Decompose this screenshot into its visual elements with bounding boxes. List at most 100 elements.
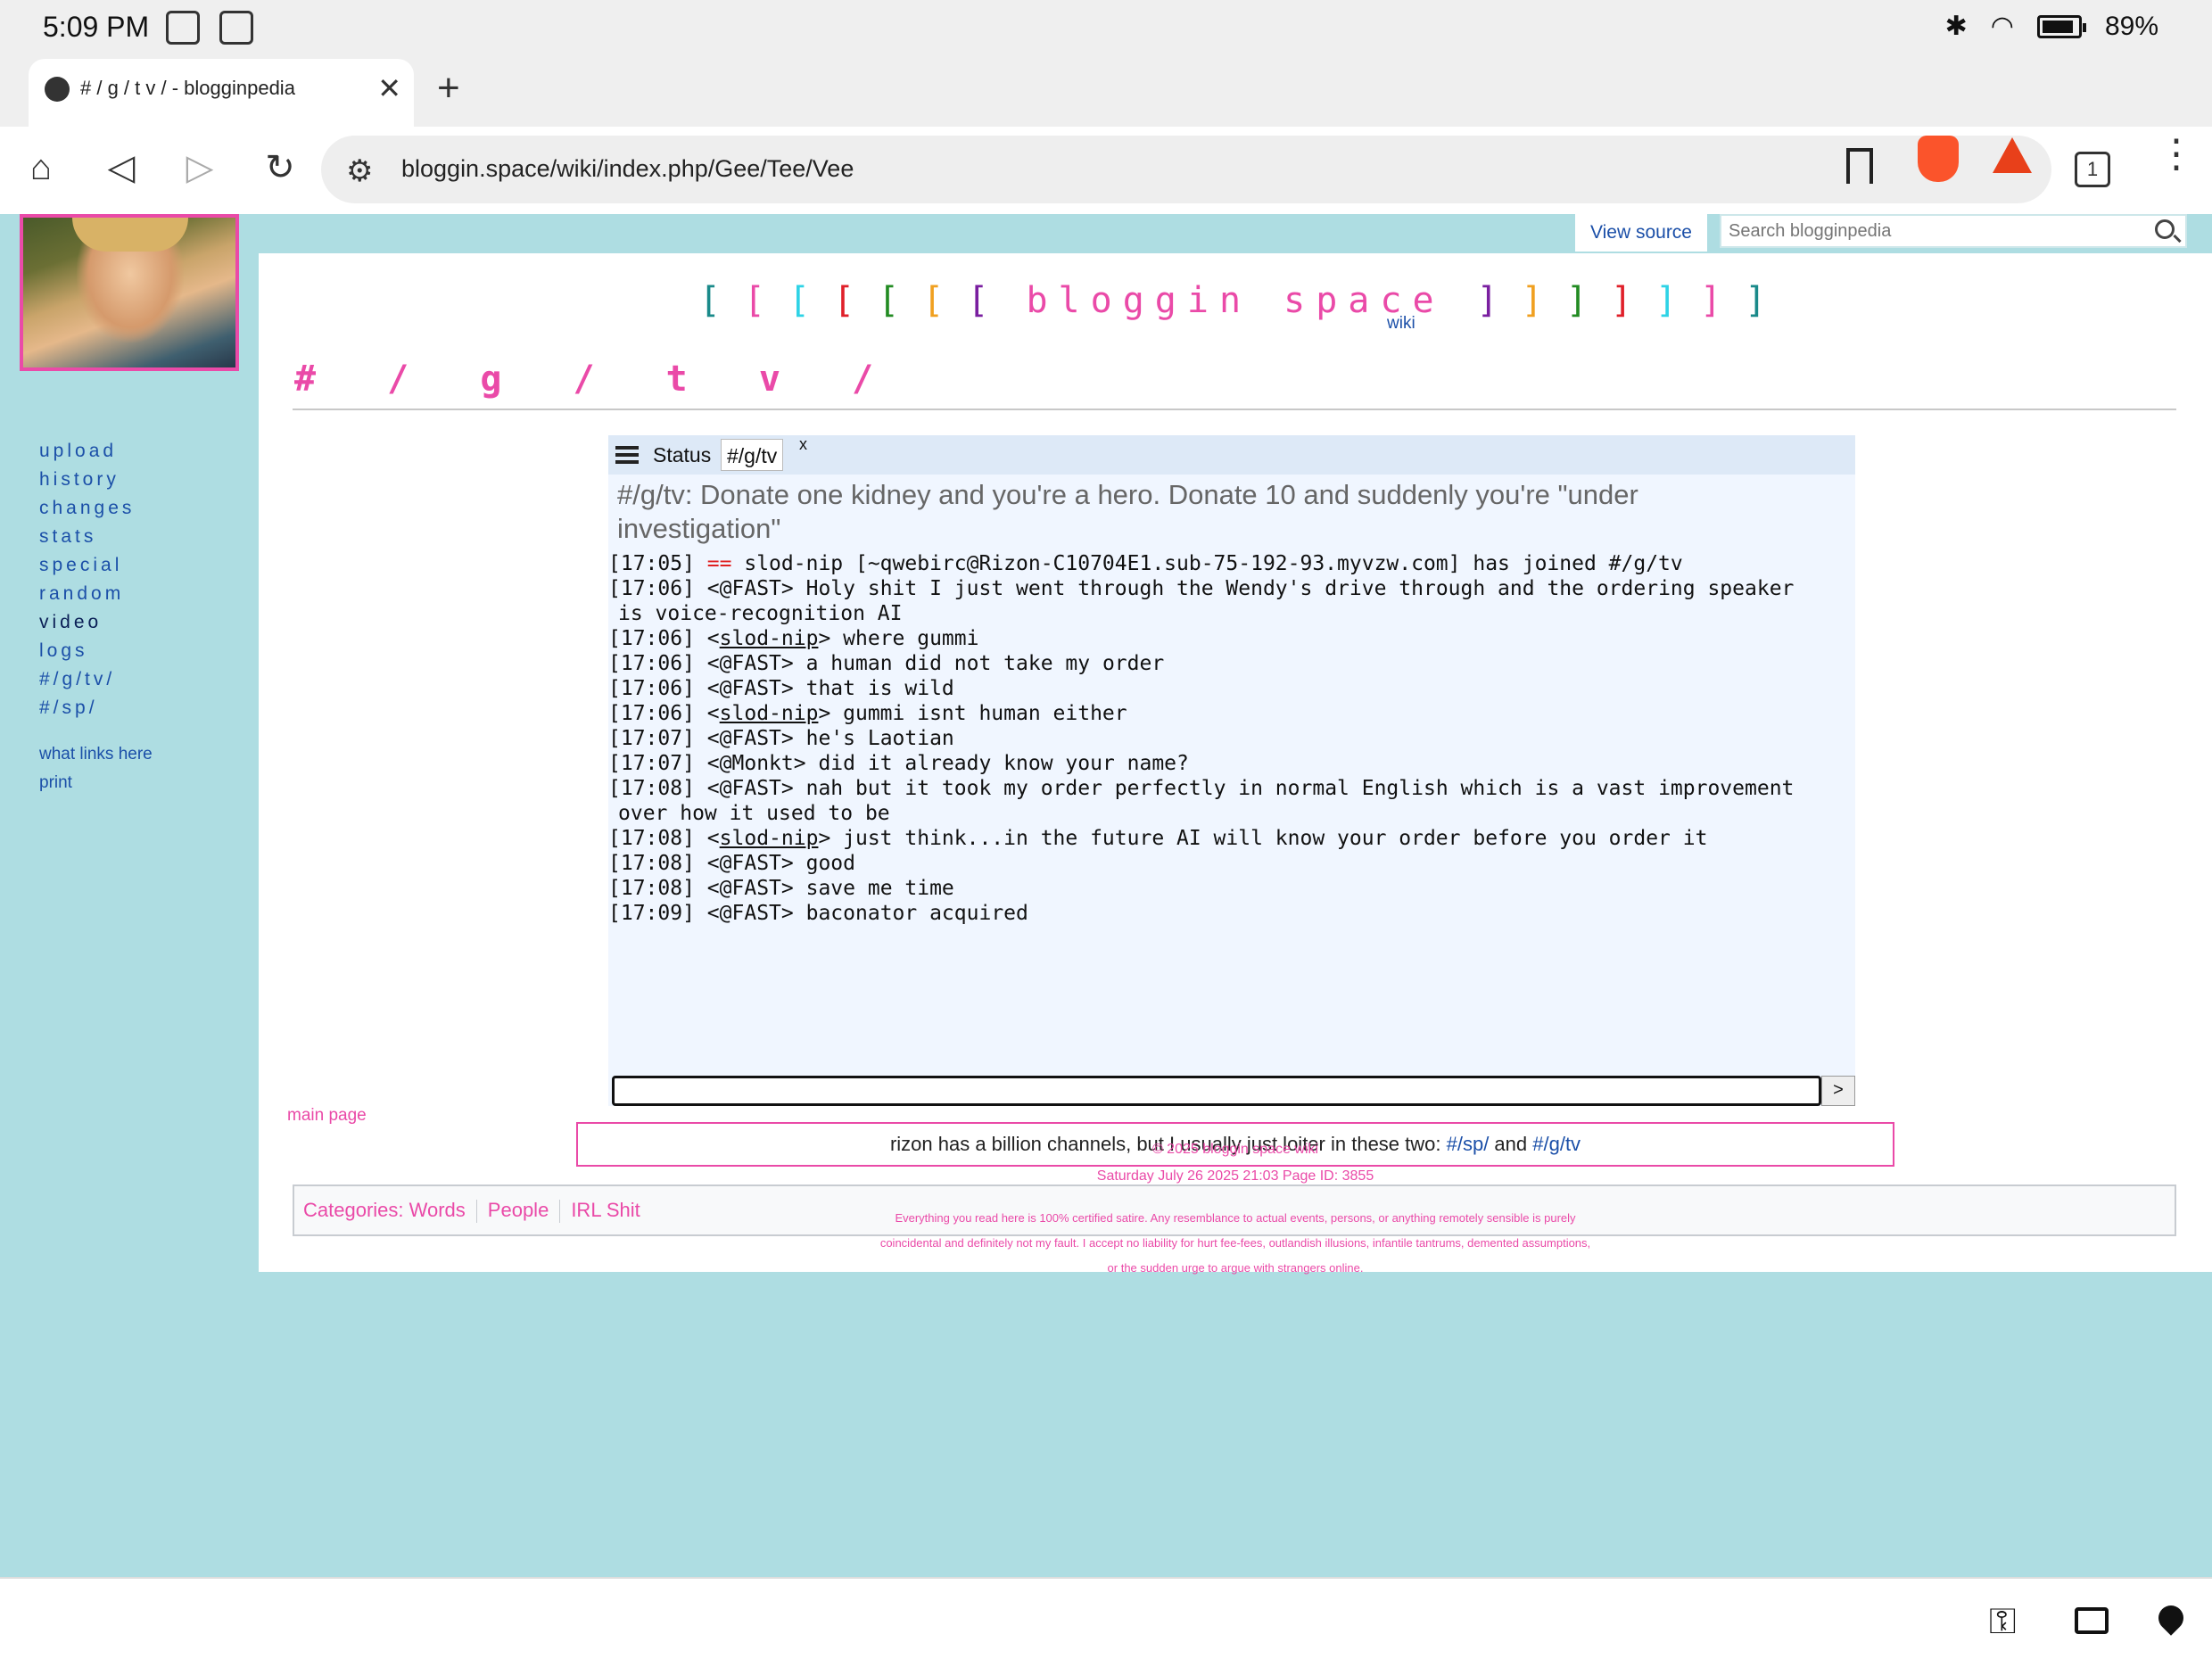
- back-button[interactable]: ◁: [100, 146, 143, 189]
- chat-text: he's Laotian: [805, 727, 954, 750]
- tab-status[interactable]: Status: [648, 439, 716, 471]
- url-text[interactable]: bloggin.space/wiki/index.php/Gee/Tee/Vee: [401, 155, 854, 183]
- sidebar-item[interactable]: upload: [39, 437, 153, 466]
- chat-time: [17:08]: [608, 827, 695, 850]
- logo-bracket: ]: [1610, 280, 1638, 321]
- chat-text: good: [805, 852, 855, 875]
- browser-tab[interactable]: # / g / t v / - blogginpedia ✕: [29, 59, 414, 127]
- chat-input[interactable]: [612, 1076, 1821, 1106]
- tab-channel[interactable]: #/g/tv: [721, 439, 784, 471]
- chat-nick: @Monkt: [719, 752, 794, 775]
- title-divider: [293, 409, 2176, 410]
- reload-button[interactable]: ↻: [259, 146, 301, 189]
- location-pin-icon[interactable]: [2153, 1600, 2189, 1636]
- overflow-menu-icon[interactable]: ⋮: [2157, 135, 2196, 174]
- sidebar-item[interactable]: random: [39, 580, 153, 608]
- chat-time: [17:06]: [608, 702, 695, 725]
- logo-bracket: [: [788, 280, 816, 321]
- home-button[interactable]: ⌂: [20, 146, 62, 189]
- bottom-bar: ⚿: [0, 1577, 2212, 1659]
- sidebar-item[interactable]: #/g/tv/: [39, 665, 153, 694]
- logo-bracket: [: [922, 280, 950, 321]
- close-channel-icon[interactable]: x: [799, 435, 807, 454]
- chat-line: [17:06] <@FAST> a human did not take my …: [608, 652, 1165, 675]
- chat-time: [17:08]: [608, 777, 695, 800]
- chat-text: gummi isnt human either: [843, 702, 1127, 725]
- chat-nick[interactable]: slod-nip: [720, 702, 819, 725]
- brave-shields-icon[interactable]: [1918, 136, 1959, 182]
- chat-line: [17:08] <@FAST> good: [608, 852, 855, 875]
- tab-count-button[interactable]: 1: [2075, 152, 2110, 187]
- battery-percent: 89%: [2104, 11, 2158, 41]
- search-box[interactable]: [1720, 214, 2187, 248]
- chat-line: [17:08] <slod-nip> just think...in the f…: [608, 827, 1708, 850]
- chat-nick: @FAST: [719, 677, 781, 700]
- chat-nick: @FAST: [719, 727, 781, 750]
- logo-bracket: [: [878, 280, 905, 321]
- top-actions: View source: [259, 214, 2212, 253]
- chat-text: that is wild: [805, 677, 954, 700]
- chat-time: [17:06]: [608, 677, 695, 700]
- address-bar[interactable]: ⚙ bloggin.space/wiki/index.php/Gee/Tee/V…: [321, 136, 2051, 203]
- sidebar-item[interactable]: special: [39, 551, 153, 580]
- logo-name[interactable]: bloggin space: [1026, 280, 1444, 321]
- view-source-tab[interactable]: View source: [1575, 214, 1707, 252]
- payment-card-icon[interactable]: [2075, 1607, 2109, 1634]
- sidebar-item[interactable]: logs: [39, 637, 153, 665]
- sidebar-item[interactable]: changes: [39, 494, 153, 523]
- sidebar-item[interactable]: #/sp/: [39, 694, 153, 722]
- clock: 5:09 PM: [43, 11, 150, 43]
- chat-text: slod-nip [~qwebirc@Rizon-C10704E1.sub-75…: [744, 552, 1683, 575]
- search-icon[interactable]: [2155, 219, 2175, 239]
- brave-rewards-icon[interactable]: [1993, 137, 2032, 173]
- footer-date: Saturday July 26 2025 21:03 Page ID: 385…: [1096, 1168, 1374, 1184]
- join-marker: ==: [706, 552, 732, 575]
- chat-line: [17:07] <@Monkt> did it already know you…: [608, 752, 1189, 775]
- logo-bracket: ]: [1745, 280, 1772, 321]
- chat-text: just think...in the future AI will know …: [843, 827, 1708, 850]
- sidebar-item[interactable]: stats: [39, 523, 153, 551]
- sidebar-item[interactable]: video: [39, 608, 153, 637]
- sidebar-tool-link[interactable]: print: [39, 769, 153, 797]
- sidebar-tool-link[interactable]: what links here: [39, 740, 153, 769]
- chat-nick: @FAST: [719, 852, 781, 875]
- tab-strip: # / g / t v / - blogginpedia ✕ +: [0, 55, 2212, 127]
- new-tab-button[interactable]: +: [437, 66, 460, 111]
- logo-bracket: [: [698, 280, 726, 321]
- chat-nick[interactable]: slod-nip: [720, 627, 819, 650]
- chat-text: baconator acquired: [805, 902, 1028, 925]
- chat-line: [17:06] <slod-nip> where gummi: [608, 627, 979, 650]
- disclaimer-line: or the sudden urge to argue with strange…: [1107, 1261, 1364, 1275]
- chat-log: [17:05] == slod-nip [~qwebirc@Rizon-C107…: [608, 551, 1855, 926]
- forward-button[interactable]: ▷: [178, 146, 221, 189]
- irc-client: Status #/g/tv x #/g/tv: Donate one kidne…: [608, 435, 1855, 1106]
- chat-time: [17:09]: [608, 902, 695, 925]
- chat-line: [17:06] <@FAST> that is wild: [608, 677, 954, 700]
- site-logo-image[interactable]: [20, 214, 239, 371]
- irc-tab-bar: Status #/g/tv x: [608, 435, 1855, 475]
- chat-nick[interactable]: slod-nip: [720, 827, 819, 850]
- hamburger-menu-icon[interactable]: [615, 446, 639, 464]
- chat-time: [17:07]: [608, 727, 695, 750]
- wiki-logo[interactable]: [[[[[[[bloggin space]]]]]]]: [259, 280, 2212, 321]
- chat-time: [17:08]: [608, 877, 695, 900]
- chat-nick: @FAST: [719, 652, 781, 675]
- send-button[interactable]: >: [1821, 1076, 1855, 1106]
- chat-nick: @FAST: [719, 577, 781, 600]
- search-input[interactable]: [1721, 216, 2141, 246]
- logo-bracket: ]: [1655, 280, 1682, 321]
- site-settings-icon[interactable]: ⚙: [346, 153, 373, 189]
- logo-bracket: ]: [1521, 280, 1548, 321]
- page-title: # / g / t v /: [294, 359, 899, 400]
- main-content: [[[[[[[bloggin space]]]]]]] wiki # / g /…: [259, 253, 2212, 1272]
- tab-title: # / g / t v / - blogginpedia: [80, 77, 295, 99]
- footer-main-page-link[interactable]: main page: [287, 1106, 367, 1126]
- chat-nick: @FAST: [719, 777, 781, 800]
- password-key-icon[interactable]: ⚿: [1989, 1602, 2016, 1642]
- battery-icon: [2036, 14, 2086, 38]
- bookmark-icon[interactable]: [1846, 148, 1873, 184]
- chat-nick: @FAST: [719, 877, 781, 900]
- sidebar-item[interactable]: history: [39, 466, 153, 494]
- upload-notification-icon: [166, 11, 200, 45]
- close-tab-icon[interactable]: ✕: [377, 71, 401, 105]
